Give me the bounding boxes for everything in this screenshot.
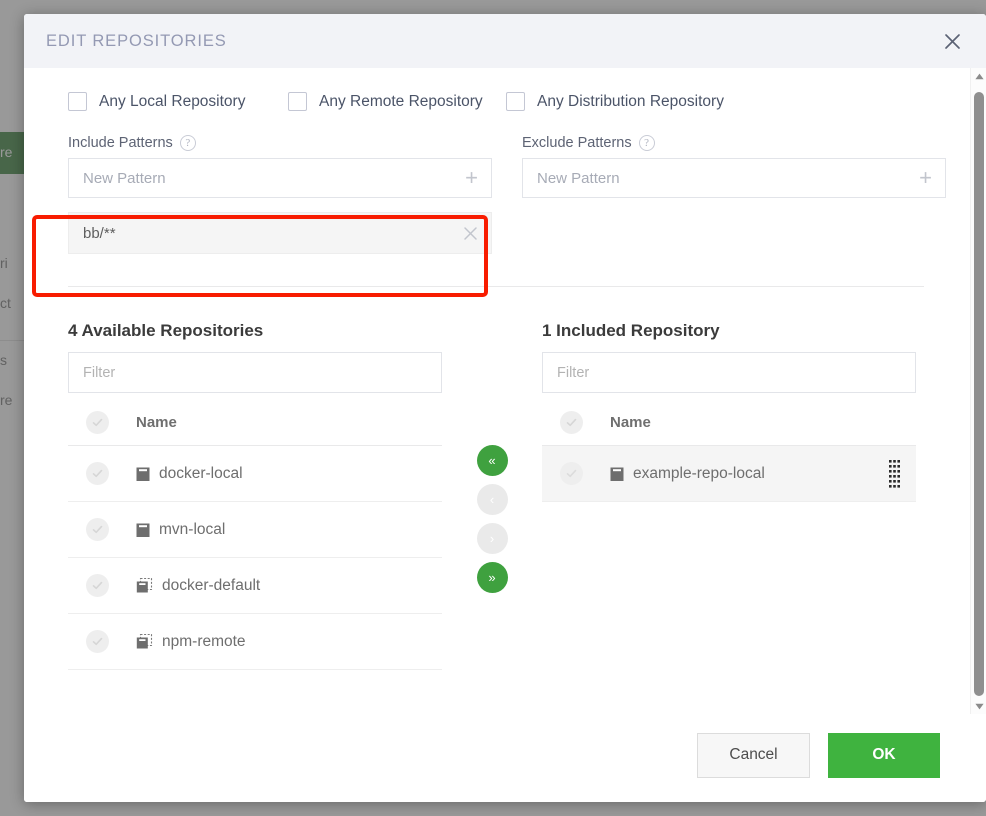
include-patterns-group: Include Patterns ? New Pattern + bb/** bbox=[68, 135, 492, 254]
available-list-header: Name bbox=[68, 400, 442, 446]
column-header-name: Name bbox=[136, 414, 177, 431]
local-repo-icon bbox=[136, 523, 150, 537]
include-pattern-input[interactable]: New Pattern + bbox=[68, 158, 492, 198]
repository-name: docker-local bbox=[159, 464, 243, 482]
move-right-button[interactable]: › bbox=[476, 523, 508, 554]
included-repositories-panel: 1 Included Repository Filter Name exampl… bbox=[542, 321, 916, 502]
repository-name: mvn-local bbox=[159, 520, 226, 538]
included-repositories-title: 1 Included Repository bbox=[542, 321, 720, 340]
plus-icon[interactable]: + bbox=[919, 167, 932, 189]
dialog-body: Any Local Repository Any Remote Reposito… bbox=[24, 68, 986, 714]
include-patterns-header: Include Patterns ? bbox=[68, 135, 492, 151]
table-row[interactable]: docker-default bbox=[68, 558, 442, 614]
checkbox-box[interactable] bbox=[68, 92, 87, 111]
exclude-pattern-input[interactable]: New Pattern + bbox=[522, 158, 946, 198]
edit-repositories-dialog: EDIT REPOSITORIES Any Local Repository A… bbox=[24, 14, 986, 802]
repository-name: docker-default bbox=[162, 576, 261, 594]
checkbox-any-local-repository[interactable]: Any Local Repository bbox=[68, 92, 288, 111]
cancel-button[interactable]: Cancel bbox=[697, 732, 810, 778]
checkbox-any-remote-repository[interactable]: Any Remote Repository bbox=[288, 92, 506, 111]
select-all-icon[interactable] bbox=[560, 411, 583, 434]
repository-transfer-picker: 4 Available Repositories Filter Name doc… bbox=[46, 287, 946, 670]
scroll-up-icon[interactable] bbox=[971, 68, 986, 84]
checkbox-label: Any Remote Repository bbox=[319, 92, 483, 110]
checkbox-any-distribution-repository[interactable]: Any Distribution Repository bbox=[506, 92, 724, 111]
pattern-chip[interactable]: bb/** bbox=[68, 212, 492, 254]
included-filter-input[interactable]: Filter bbox=[542, 352, 916, 393]
row-checkbox-icon[interactable] bbox=[86, 462, 109, 485]
ok-button[interactable]: OK bbox=[828, 732, 940, 778]
local-repo-icon bbox=[136, 467, 150, 481]
input-placeholder: Filter bbox=[557, 364, 590, 381]
move-all-right-button[interactable]: » bbox=[476, 562, 508, 593]
drag-handle-icon[interactable] bbox=[889, 459, 900, 488]
page-title: EDIT REPOSITORIES bbox=[46, 31, 227, 50]
patterns-section: Include Patterns ? New Pattern + bb/** E… bbox=[46, 135, 946, 254]
scrollbar-thumb[interactable] bbox=[974, 92, 984, 696]
available-repositories-panel: 4 Available Repositories Filter Name doc… bbox=[68, 321, 442, 670]
checkbox-box[interactable] bbox=[288, 92, 307, 111]
exclude-patterns-header: Exclude Patterns ? bbox=[522, 135, 946, 151]
input-placeholder: Filter bbox=[83, 364, 116, 381]
row-checkbox-icon[interactable] bbox=[86, 574, 109, 597]
table-row[interactable]: npm-remote bbox=[68, 614, 442, 670]
help-icon[interactable]: ? bbox=[638, 135, 655, 151]
any-repository-options: Any Local Repository Any Remote Reposito… bbox=[46, 92, 946, 111]
checkbox-box[interactable] bbox=[506, 92, 525, 111]
row-checkbox-icon[interactable] bbox=[86, 630, 109, 653]
plus-icon[interactable]: + bbox=[465, 167, 478, 189]
repository-name: npm-remote bbox=[162, 632, 246, 650]
pattern-chip-value: bb/** bbox=[83, 224, 116, 242]
dialog-footer: Cancel OK bbox=[24, 714, 986, 802]
transfer-buttons: « ‹ › » bbox=[442, 321, 542, 593]
available-filter-input[interactable]: Filter bbox=[68, 352, 442, 393]
row-checkbox-icon[interactable] bbox=[560, 462, 583, 485]
column-header-name: Name bbox=[610, 414, 651, 431]
include-pattern-chip-list: bb/** bbox=[68, 198, 492, 254]
exclude-patterns-label: Exclude Patterns bbox=[522, 135, 632, 151]
checkbox-label: Any Local Repository bbox=[99, 92, 246, 110]
input-placeholder: New Pattern bbox=[537, 169, 620, 187]
repository-name: example-repo-local bbox=[633, 464, 765, 482]
row-checkbox-icon[interactable] bbox=[86, 518, 109, 541]
remote-repo-icon bbox=[136, 633, 153, 649]
move-left-button[interactable]: ‹ bbox=[476, 484, 508, 515]
table-row[interactable]: docker-local bbox=[68, 446, 442, 502]
table-row[interactable]: example-repo-local bbox=[542, 446, 916, 502]
exclude-patterns-group: Exclude Patterns ? New Pattern + bbox=[522, 135, 946, 254]
help-icon[interactable]: ? bbox=[179, 135, 196, 151]
select-all-icon[interactable] bbox=[86, 411, 109, 434]
close-icon[interactable] bbox=[938, 27, 966, 55]
dialog-header: EDIT REPOSITORIES bbox=[24, 14, 986, 68]
move-all-left-button[interactable]: « bbox=[476, 445, 508, 476]
remote-repo-icon bbox=[136, 577, 153, 593]
included-list-header: Name bbox=[542, 400, 916, 446]
table-row[interactable]: mvn-local bbox=[68, 502, 442, 558]
scroll-down-icon[interactable] bbox=[971, 698, 986, 714]
input-placeholder: New Pattern bbox=[83, 169, 166, 187]
close-icon[interactable] bbox=[463, 226, 478, 241]
vertical-scrollbar[interactable] bbox=[970, 68, 986, 714]
available-repositories-title: 4 Available Repositories bbox=[68, 321, 264, 340]
include-patterns-label: Include Patterns bbox=[68, 135, 173, 151]
checkbox-label: Any Distribution Repository bbox=[537, 92, 724, 110]
local-repo-icon bbox=[610, 467, 624, 481]
